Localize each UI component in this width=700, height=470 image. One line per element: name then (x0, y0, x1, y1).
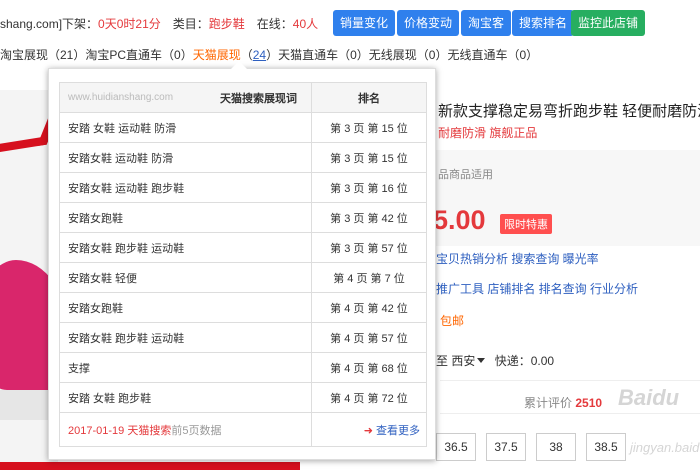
table-row: 安踏 女鞋 运动鞋 防滑第 3 页 第 15 位 (59, 112, 427, 143)
monitor-shop-button[interactable]: 监控此店铺 (571, 10, 646, 36)
rank-cell: 第 3 页 第 42 位 (311, 202, 427, 233)
popup-pointer (231, 61, 247, 69)
rank-cell: 第 4 页 第 57 位 (311, 322, 427, 353)
view-more-link[interactable]: ➜ 查看更多 (311, 412, 427, 447)
size-option[interactable]: 36.5 (436, 433, 476, 461)
rank-cell: 第 3 页 第 57 位 (311, 232, 427, 263)
keyword-cell: 安踏女鞋 运动鞋 跑步鞋 (59, 172, 312, 203)
sales-change-button[interactable]: 销量变化 (333, 10, 396, 36)
keyword-cell: 安踏 女鞋 运动鞋 防滑 (59, 112, 312, 143)
size-option[interactable]: 38.5 (586, 433, 626, 461)
price-change-button[interactable]: 价格变动 (397, 10, 460, 36)
table-row: 安踏 女鞋 跑步鞋第 4 页 第 72 位 (59, 382, 427, 413)
rank-cell: 第 4 页 第 42 位 (311, 292, 427, 323)
table-row: 安踏女鞋 跑步鞋 运动鞋第 3 页 第 57 位 (59, 232, 427, 263)
keyword-cell: 安踏女鞋 跑步鞋 运动鞋 (59, 322, 312, 353)
data-scope-note: 前5页数据 (171, 424, 222, 437)
site-watermark: www.huidianshang.com (68, 92, 174, 103)
product-price: 5.00 (433, 205, 486, 235)
exposure-stats-bar: 淘宝展现（21）淘宝PC直通车（0）天猫展现（24）天猫直通车（0）无线展现（0… (0, 48, 539, 62)
taobaoke-button[interactable]: 淘宝客 (461, 10, 512, 36)
rank-cell: 第 3 页 第 16 位 (311, 172, 427, 203)
rank-cell: 第 4 页 第 72 位 (311, 382, 427, 413)
price-note: 品商品适用 (438, 169, 493, 181)
keyword-cell: 安踏女跑鞋 (59, 292, 312, 323)
review-count[interactable]: 2510 (575, 396, 602, 410)
rank-cell: 第 3 页 第 15 位 (311, 112, 427, 143)
rank-cell: 第 3 页 第 15 位 (311, 142, 427, 173)
shop-domain[interactable]: shang.com (0, 17, 59, 31)
rank-cell: 第 4 页 第 7 位 (311, 262, 427, 293)
ship-fee: 快递：0.00 (494, 354, 555, 368)
arrow-right-icon: ➜ (363, 424, 373, 437)
keyword-cell: 支撑 (59, 352, 312, 383)
table-row: 安踏女鞋 运动鞋 跑步鞋第 3 页 第 16 位 (59, 172, 427, 203)
size-option[interactable]: 38 (536, 433, 576, 461)
rank-column-header: 排名 (311, 82, 427, 113)
tmall-keyword-popup: www.huidianshang.com 天猫搜索展现词 排名 安踏 女鞋 运动… (48, 61, 436, 460)
keyword-column-header: www.huidianshang.com 天猫搜索展现词 (59, 82, 312, 113)
delist-countdown: 0天0时21分 (98, 17, 161, 31)
delist-label: ]下架： (58, 17, 99, 31)
table-row: 支撑第 4 页 第 68 位 (59, 352, 427, 383)
tool-links[interactable]: 推广工具 店铺排名 排名查询 行业分析 (436, 280, 638, 297)
table-row: 安踏女跑鞋第 4 页 第 42 位 (59, 292, 427, 323)
exposure-stats-right: 天猫直通车（0）无线展现（0）无线直通车（0） (278, 48, 539, 62)
keyword-rank-table: www.huidianshang.com 天猫搜索展现词 排名 安踏 女鞋 运动… (59, 82, 427, 447)
red-banner-strip (0, 462, 300, 470)
baidu-watermark: Baidu (618, 385, 680, 410)
top-info-bar: shang.com]下架：0天0时21分 类目：跑步鞋 在线：40人 销量变化 价格… (0, 0, 700, 44)
table-row: 安踏女跑鞋第 3 页 第 42 位 (59, 202, 427, 233)
analysis-links[interactable]: 宝贝热销分析 搜索查询 曝光率 (436, 250, 599, 267)
table-row: 安踏女鞋 运动鞋 防滑第 3 页 第 15 位 (59, 142, 427, 173)
table-row: 安踏女鞋 轻便第 4 页 第 7 位 (59, 262, 427, 293)
keyword-cell: 安踏女鞋 跑步鞋 运动鞋 (59, 232, 312, 263)
product-title: 新款支撑稳定易弯折跑步鞋 轻便耐磨防滑 (438, 103, 700, 120)
online-label: 在线： (256, 17, 293, 31)
table-header-row: www.huidianshang.com 天猫搜索展现词 排名 (59, 82, 427, 113)
search-rank-button[interactable]: 搜索排名 (512, 10, 575, 36)
table-row: 安踏女鞋 跑步鞋 运动鞋第 4 页 第 57 位 (59, 322, 427, 353)
product-tags: 耐磨防滑 旗舰正品 (438, 126, 538, 140)
category-label: 类目： (172, 17, 209, 31)
chevron-down-icon[interactable] (477, 358, 486, 363)
category-value: 跑步鞋 (208, 17, 245, 31)
shipping-line: 至 西安 快递：0.00 (436, 352, 554, 369)
keyword-cell: 安踏女跑鞋 (59, 202, 312, 233)
rank-cell: 第 4 页 第 68 位 (311, 352, 427, 383)
exposure-stats-left: 淘宝展现（21）淘宝PC直通车（0） (0, 48, 193, 62)
data-date: 2017-01-19 天猫搜索前5页数据 (59, 412, 312, 447)
tmall-show-link[interactable]: 天猫展现 (193, 48, 241, 62)
tmall-show-count[interactable]: 24 (253, 48, 266, 62)
review-label: 累计评价 (524, 396, 573, 410)
keyword-cell: 安踏 女鞋 跑步鞋 (59, 382, 312, 413)
promo-badge: 限时特惠 (500, 214, 552, 234)
free-shipping-tag: 包邮 (440, 314, 465, 328)
ship-prefix: 至 (436, 354, 449, 368)
keyword-cell: 安踏女鞋 轻便 (59, 262, 312, 293)
review-summary: 累计评价 2510 (524, 394, 602, 411)
keyword-cell: 安踏女鞋 运动鞋 防滑 (59, 142, 312, 173)
table-footer-row: 2017-01-19 天猫搜索前5页数据 ➜ 查看更多 (59, 412, 427, 447)
size-option[interactable]: 37.5 (486, 433, 526, 461)
baidu-watermark-url: jingyan.baidu (630, 440, 700, 455)
shop-info-line: shang.com]下架：0天0时21分 类目：跑步鞋 在线：40人 (0, 15, 318, 32)
online-count: 40人 (292, 17, 319, 31)
ship-city-select[interactable]: 西安 (451, 354, 475, 368)
